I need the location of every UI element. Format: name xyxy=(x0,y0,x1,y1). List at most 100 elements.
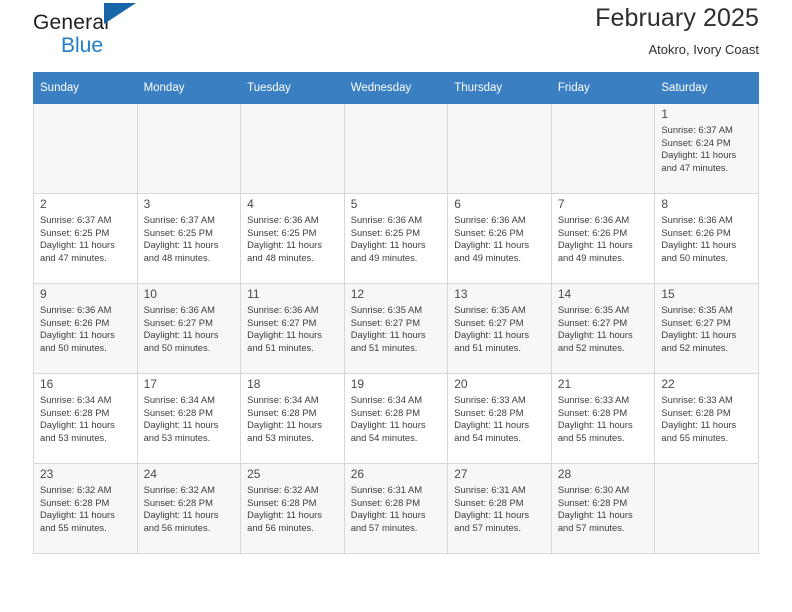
day-cell-content: 12 Sunrise: 6:35 AM Sunset: 6:27 PM Dayligh… xyxy=(345,284,448,373)
calendar-day-cell[interactable]: 22 Sunrise: 6:33 AM Sunset: 6:28 PM Dayligh… xyxy=(654,373,759,464)
calendar-day-cell[interactable]: 10 Sunrise: 6:36 AM Sunset: 6:27 PM Dayligh… xyxy=(136,283,242,374)
calendar-day-cell[interactable]: 25 Sunrise: 6:32 AM Sunset: 6:28 PM Dayligh… xyxy=(240,463,345,554)
day-cell-content: 18 Sunrise: 6:34 AM Sunset: 6:28 PM Dayligh… xyxy=(241,374,344,463)
sunrise-text: Sunrise: 6:31 AM xyxy=(454,484,526,495)
daylight-text-line1: Daylight: 11 hours xyxy=(454,419,530,431)
sunset-text: Sunset: 6:27 PM xyxy=(350,316,420,328)
day-cell-content: 7 Sunrise: 6:36 AM Sunset: 6:26 PM Daylight… xyxy=(552,194,655,283)
daylight-text-line2: and 54 minutes. xyxy=(454,431,521,443)
calendar-day-cell[interactable]: 8 Sunrise: 6:36 AM Sunset: 6:26 PM Daylight… xyxy=(654,193,759,284)
calendar-day-cell-empty xyxy=(136,103,242,194)
sunset-text: Sunset: 6:28 PM xyxy=(557,406,628,418)
daylight-text-line2: and 55 minutes. xyxy=(661,431,729,443)
day-cell-content: 22 Sunrise: 6:33 AM Sunset: 6:28 PM Dayligh… xyxy=(655,374,758,463)
day-sun-info: Sunrise: 6:33 AM Sunset: 6:28 PM Daylight:… xyxy=(558,394,650,444)
daylight-text-line2: and 50 minutes. xyxy=(143,341,211,353)
daylight-text-line1: Daylight: 11 hours xyxy=(247,509,322,521)
sunrise-text: Sunrise: 6:33 AM xyxy=(557,394,630,405)
sunrise-text: Sunrise: 6:32 AM xyxy=(247,484,319,495)
day-cell-content: 3 Sunrise: 6:37 AM Sunset: 6:25 PM Daylight… xyxy=(138,194,241,283)
day-cell-content: 8 Sunrise: 6:36 AM Sunset: 6:26 PM Daylight… xyxy=(655,194,758,283)
sunrise-text: Sunrise: 6:33 AM xyxy=(454,394,526,405)
sunrise-text: Sunrise: 6:30 AM xyxy=(557,484,630,495)
calendar-day-cell[interactable]: 3 Sunrise: 6:37 AM Sunset: 6:25 PM Daylight… xyxy=(136,193,242,284)
daylight-text-line1: Daylight: 11 hours xyxy=(661,239,737,251)
daylight-text-line1: Daylight: 11 hours xyxy=(454,239,530,251)
day-number: 27 xyxy=(454,467,468,481)
calendar-day-cell[interactable]: 19 Sunrise: 6:34 AM Sunset: 6:28 PM Dayligh… xyxy=(343,373,449,464)
daylight-text-line1: Daylight: 11 hours xyxy=(557,509,633,521)
day-cell-content: 20 Sunrise: 6:33 AM Sunset: 6:28 PM Dayligh… xyxy=(448,374,551,463)
sunrise-text: Sunrise: 6:37 AM xyxy=(143,214,215,225)
calendar-day-cell[interactable]: 26 Sunrise: 6:31 AM Sunset: 6:28 PM Dayligh… xyxy=(343,463,449,554)
weekday-header-sunday: Sunday xyxy=(33,72,138,104)
day-sun-info: Sunrise: 6:34 AM Sunset: 6:28 PM Daylight:… xyxy=(351,394,443,444)
day-number: 7 xyxy=(557,197,565,211)
calendar-day-cell[interactable]: 16 Sunrise: 6:34 AM Sunset: 6:28 PM Dayligh… xyxy=(33,373,138,464)
weekday-header-friday: Friday xyxy=(550,72,656,104)
daylight-text-line2: and 49 minutes. xyxy=(454,251,521,263)
daylight-text-line2: and 52 minutes. xyxy=(557,341,625,353)
day-cell-content: 19 Sunrise: 6:34 AM Sunset: 6:28 PM Dayligh… xyxy=(345,374,448,463)
calendar-day-cell[interactable]: 9 Sunrise: 6:36 AM Sunset: 6:26 PM Daylight… xyxy=(33,283,138,374)
calendar-day-cell[interactable]: 13 Sunrise: 6:35 AM Sunset: 6:27 PM Dayligh… xyxy=(447,283,552,374)
sunrise-text: Sunrise: 6:31 AM xyxy=(350,484,423,495)
day-cell-content: 10 Sunrise: 6:36 AM Sunset: 6:27 PM Dayligh… xyxy=(138,284,241,373)
sunset-text: Sunset: 6:26 PM xyxy=(454,226,524,238)
sunset-text: Sunset: 6:28 PM xyxy=(143,496,213,508)
calendar-day-cell-empty xyxy=(654,463,759,554)
calendar-day-cell[interactable]: 15 Sunrise: 6:35 AM Sunset: 6:27 PM Dayligh… xyxy=(654,283,759,374)
calendar-day-cell[interactable]: 2 Sunrise: 6:37 AM Sunset: 6:25 PM Daylight… xyxy=(33,193,138,284)
sunset-text: Sunset: 6:27 PM xyxy=(661,316,731,328)
sunrise-text: Sunrise: 6:35 AM xyxy=(350,304,423,315)
calendar-day-cell[interactable]: 6 Sunrise: 6:36 AM Sunset: 6:26 PM Daylight… xyxy=(447,193,552,284)
calendar-day-cell[interactable]: 17 Sunrise: 6:34 AM Sunset: 6:28 PM Dayligh… xyxy=(136,373,242,464)
day-sun-info: Sunrise: 6:36 AM Sunset: 6:27 PM Daylight:… xyxy=(247,304,339,354)
sunrise-text: Sunrise: 6:36 AM xyxy=(350,214,423,225)
sunset-text: Sunset: 6:28 PM xyxy=(350,496,420,508)
calendar-day-cell[interactable]: 20 Sunrise: 6:33 AM Sunset: 6:28 PM Dayligh… xyxy=(447,373,552,464)
sunrise-text: Sunrise: 6:37 AM xyxy=(661,124,733,135)
calendar-day-cell[interactable]: 21 Sunrise: 6:33 AM Sunset: 6:28 PM Dayligh… xyxy=(550,373,656,464)
calendar-day-cell[interactable]: 4 Sunrise: 6:36 AM Sunset: 6:25 PM Daylight… xyxy=(240,193,345,284)
calendar-week-row: 16 Sunrise: 6:34 AM Sunset: 6:28 PM Dayligh… xyxy=(33,373,759,464)
day-sun-info: Sunrise: 6:35 AM Sunset: 6:27 PM Daylight:… xyxy=(661,304,753,354)
sunset-text: Sunset: 6:26 PM xyxy=(661,226,731,238)
day-sun-info: Sunrise: 6:34 AM Sunset: 6:28 PM Daylight:… xyxy=(144,394,236,444)
sunrise-text: Sunrise: 6:35 AM xyxy=(557,304,630,315)
logo[interactable]: General Blue xyxy=(33,0,183,56)
sunset-text: Sunset: 6:25 PM xyxy=(40,226,110,238)
calendar-day-cell[interactable]: 23 Sunrise: 6:32 AM Sunset: 6:28 PM Dayligh… xyxy=(33,463,138,554)
calendar-day-cell[interactable]: 12 Sunrise: 6:35 AM Sunset: 6:27 PM Dayligh… xyxy=(343,283,449,374)
calendar-day-cell-empty xyxy=(550,103,656,194)
day-number: 9 xyxy=(40,287,47,301)
sunrise-text: Sunrise: 6:34 AM xyxy=(143,394,215,405)
calendar-day-cell[interactable]: 18 Sunrise: 6:34 AM Sunset: 6:28 PM Dayligh… xyxy=(240,373,345,464)
day-sun-info: Sunrise: 6:36 AM Sunset: 6:26 PM Daylight:… xyxy=(661,214,753,264)
day-cell-content: 23 Sunrise: 6:32 AM Sunset: 6:28 PM Dayligh… xyxy=(34,464,137,553)
calendar-day-cell[interactable]: 27 Sunrise: 6:31 AM Sunset: 6:28 PM Dayligh… xyxy=(447,463,552,554)
sunrise-text: Sunrise: 6:36 AM xyxy=(143,304,215,315)
weekday-header-wednesday: Wednesday xyxy=(343,72,449,104)
day-number: 17 xyxy=(143,377,157,391)
daylight-text-line2: and 53 minutes. xyxy=(40,431,107,443)
calendar-day-cell[interactable]: 1 Sunrise: 6:37 AM Sunset: 6:24 PM Daylight… xyxy=(654,103,759,194)
calendar-day-cell[interactable]: 7 Sunrise: 6:36 AM Sunset: 6:26 PM Daylight… xyxy=(550,193,656,284)
sunrise-text: Sunrise: 6:34 AM xyxy=(247,394,319,405)
day-sun-info: Sunrise: 6:32 AM Sunset: 6:28 PM Daylight:… xyxy=(247,484,339,534)
sunrise-text: Sunrise: 6:37 AM xyxy=(40,214,112,225)
sunset-text: Sunset: 6:28 PM xyxy=(40,406,110,418)
calendar-day-cell[interactable]: 14 Sunrise: 6:35 AM Sunset: 6:27 PM Dayligh… xyxy=(550,283,656,374)
day-sun-info: Sunrise: 6:37 AM Sunset: 6:25 PM Daylight:… xyxy=(40,214,132,264)
calendar-day-cell[interactable]: 11 Sunrise: 6:36 AM Sunset: 6:27 PM Dayligh… xyxy=(240,283,345,374)
calendar-day-cell[interactable]: 5 Sunrise: 6:36 AM Sunset: 6:25 PM Daylight… xyxy=(343,193,449,284)
daylight-text-line2: and 51 minutes. xyxy=(247,341,314,353)
title-block: February 2025 Atokro, Ivory Coast xyxy=(595,0,759,60)
day-number: 5 xyxy=(350,197,358,211)
daylight-text-line2: and 54 minutes. xyxy=(350,431,418,443)
daylight-text-line2: and 51 minutes. xyxy=(454,341,521,353)
calendar-day-cell[interactable]: 28 Sunrise: 6:30 AM Sunset: 6:28 PM Dayligh… xyxy=(550,463,656,554)
page-title: February 2025 xyxy=(595,4,759,32)
calendar-day-cell[interactable]: 24 Sunrise: 6:32 AM Sunset: 6:28 PM Dayligh… xyxy=(136,463,242,554)
day-number: 24 xyxy=(143,467,157,481)
